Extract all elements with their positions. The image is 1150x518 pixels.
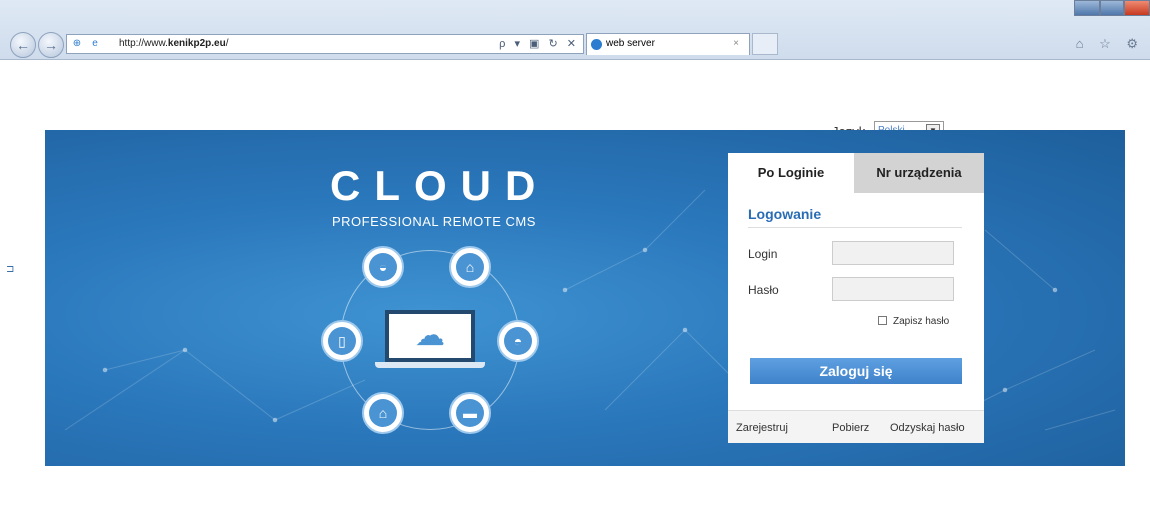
speed-dome-camera-icon: ◓ — [497, 320, 539, 362]
password-label: Hasło — [748, 283, 779, 297]
laptop-screen: ☁ — [385, 310, 475, 362]
address-url[interactable]: http://www.kenikp2p.eu/ — [119, 35, 229, 53]
url-domain: kenikp2p.eu — [167, 38, 226, 49]
login-label: Login — [748, 247, 778, 261]
ie-tab-icon — [591, 39, 602, 50]
laptop-cloud-icon: ☁ — [375, 310, 485, 368]
address-bar[interactable]: ⊕ e http://www.kenikp2p.eu/ ρ ▾ ▣ ↻ ✕ — [66, 34, 584, 54]
login-input[interactable] — [832, 241, 954, 265]
form-divider — [748, 227, 962, 228]
password-input[interactable] — [832, 277, 954, 301]
dvr-recorder-icon: ▬ — [449, 392, 491, 434]
bullet-camera-icon: ⌂ — [449, 246, 491, 288]
browser-toolbar: ← → ⊕ e http://www.kenikp2p.eu/ ρ ▾ ▣ ↻ … — [0, 0, 1150, 60]
mobile-phone-icon: ▯ — [321, 320, 363, 362]
address-tools-icons[interactable]: ρ ▾ ▣ ↻ ✕ — [499, 35, 579, 53]
new-tab-button[interactable] — [752, 33, 778, 55]
remember-checkbox[interactable] — [878, 316, 887, 325]
cloud-icon: ☁ — [415, 319, 445, 352]
login-panel: Po Loginie Nr urządzenia Logowanie Login… — [728, 153, 984, 443]
login-button[interactable]: Zaloguj się — [750, 358, 962, 384]
url-suffix: / — [225, 38, 229, 49]
cloud-subtitle: PROFESSIONAL REMOTE CMS — [332, 214, 536, 229]
tab-label: web server — [606, 38, 655, 49]
download-link[interactable]: Pobierz — [832, 422, 869, 434]
remember-label: Zapisz hasło — [893, 316, 950, 327]
tab-web-server[interactable]: web server × — [586, 33, 750, 55]
register-link[interactable]: Zarejestruj — [736, 422, 788, 434]
back-arrow-icon: ← — [16, 37, 30, 53]
tab-by-login[interactable]: Po Loginie — [728, 153, 854, 193]
tab-close-icon[interactable]: × — [733, 34, 739, 54]
compatibility-icon[interactable]: ⊕ — [71, 38, 83, 50]
ie-page-icon: e — [92, 38, 98, 49]
remember-password[interactable]: Zapisz hasło — [878, 316, 949, 327]
window-controls — [1074, 0, 1150, 20]
login-footer-links: Zarejestruj Pobierz Odzyskaj hasło — [728, 410, 984, 443]
page-edge-marker: ⊐ — [6, 264, 15, 275]
cloud-title: CLOUD — [330, 162, 550, 209]
home-favorites-tools-icons[interactable]: ⌂ ☆ ⚙ — [1076, 36, 1144, 52]
laptop-base — [375, 362, 485, 368]
bullet-camera-icon: ⌂ — [362, 392, 404, 434]
recover-password-link[interactable]: Odzyskaj hasło — [890, 422, 965, 434]
maximize-button[interactable] — [1100, 0, 1124, 16]
forward-button[interactable]: → — [38, 32, 64, 58]
minimize-button[interactable] — [1074, 0, 1100, 16]
back-button[interactable]: ← — [10, 32, 36, 58]
login-form-title: Logowanie — [748, 206, 822, 222]
dome-camera-icon: ◒ — [362, 246, 404, 288]
tab-by-device-number[interactable]: Nr urządzenia — [854, 153, 984, 193]
close-window-button[interactable] — [1124, 0, 1150, 16]
forward-arrow-icon: → — [44, 37, 58, 53]
url-prefix: http://www. — [119, 38, 168, 49]
